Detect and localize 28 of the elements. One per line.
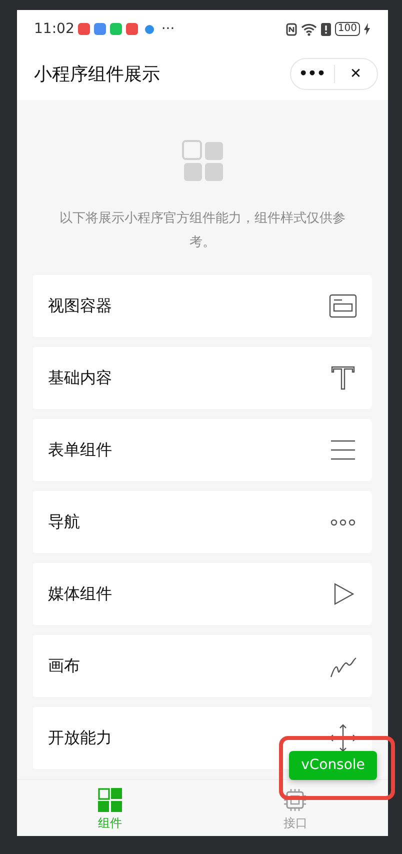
component-list-item[interactable]: 导航 (33, 491, 372, 553)
component-list-item[interactable]: 媒体组件 (33, 563, 372, 625)
grid-icon (98, 788, 122, 812)
panel-icon (329, 292, 357, 320)
chip-icon (283, 788, 308, 812)
dots-icon (329, 518, 357, 526)
app-notification-icon (126, 23, 138, 35)
more-button[interactable]: ••• (291, 64, 334, 84)
wifi-icon (300, 22, 317, 36)
component-list-item[interactable]: 画布 (33, 635, 372, 697)
text-icon (329, 364, 357, 392)
status-time: 11:02 (34, 20, 74, 38)
app-notification-icon (110, 23, 122, 35)
grid-icon (182, 140, 224, 182)
globe-icon (145, 24, 154, 34)
close-button[interactable]: ✕ (334, 64, 377, 84)
component-list-item[interactable]: 基础内容 (33, 347, 372, 409)
page-title: 小程序组件展示 (34, 62, 160, 86)
battery-level: 100 (334, 22, 360, 36)
app-notification-icon (94, 23, 106, 35)
component-list-item[interactable]: 视图容器 (33, 275, 372, 337)
intro-text: 以下将展示小程序官方组件能力，组件样式仅供参考。 (58, 210, 346, 252)
alert-icon (320, 22, 331, 36)
more-notifications: ··· (161, 20, 175, 38)
app-notification-icon (78, 23, 90, 35)
component-list-item[interactable]: 表单组件 (33, 419, 372, 481)
charging-icon (364, 23, 370, 35)
nfc-icon (286, 22, 297, 36)
